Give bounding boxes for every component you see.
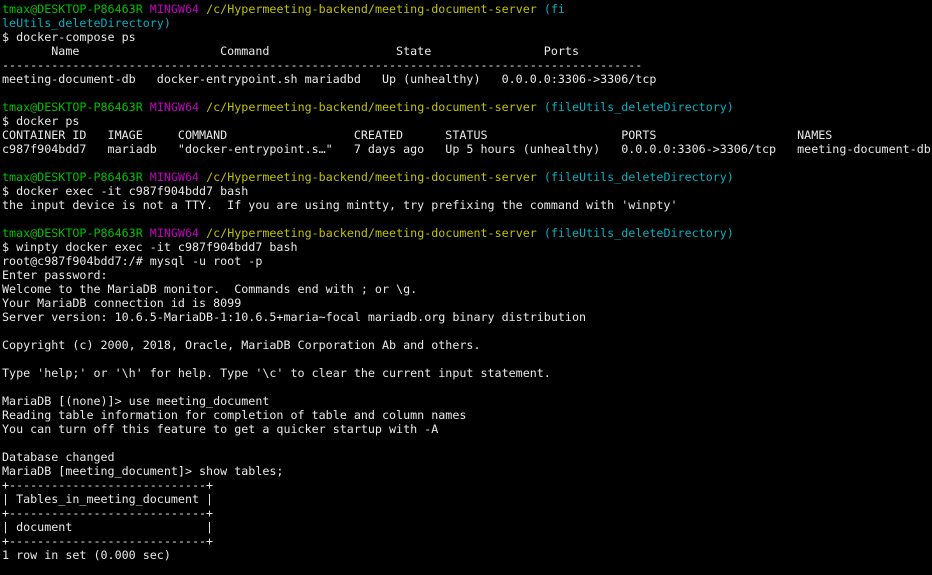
terminal-text-segment: Copyright (c) 2000, 2018, Oracle, MariaD… <box>2 338 481 352</box>
terminal-text-segment: /c/Hypermeeting-backend/meeting-document… <box>206 226 537 240</box>
terminal-text-segment: Type 'help;' or '\h' for help. Type '\c'… <box>2 366 551 380</box>
terminal-line: $ docker-compose ps <box>2 30 932 44</box>
terminal-text-segment: +----------------------------+ <box>2 506 214 520</box>
terminal-text-segment: 1 row in set (0.000 sec) <box>2 548 171 562</box>
terminal-text-segment: tmax@DESKTOP-P86463R <box>2 170 143 184</box>
terminal-text-segment: MINGW64 <box>149 2 200 16</box>
terminal-text-segment: MariaDB [meeting_document]> show tables; <box>2 464 284 478</box>
terminal-line: $ docker exec -it c987f904bdd7 bash <box>2 184 932 198</box>
terminal-line: tmax@DESKTOP-P86463R MINGW64 /c/Hypermee… <box>2 170 932 184</box>
terminal-line: root@c987f904bdd7:/# mysql -u root -p <box>2 254 932 268</box>
terminal-text-segment: +----------------------------+ <box>2 478 214 492</box>
terminal-text-segment: /c/Hypermeeting-backend/meeting-document… <box>206 170 537 184</box>
terminal-text-segment: the input device is not a TTY. If you ar… <box>2 198 678 212</box>
terminal-text-segment: /c/Hypermeeting-backend/meeting-document… <box>206 2 537 16</box>
terminal-line: Enter password: <box>2 268 932 282</box>
terminal-text-segment: MINGW64 <box>149 226 200 240</box>
terminal-line: tmax@DESKTOP-P86463R MINGW64 /c/Hypermee… <box>2 226 932 240</box>
terminal-line: | document | <box>2 520 932 534</box>
terminal-text-segment: Server version: 10.6.5-MariaDB-1:10.6.5+… <box>2 310 587 324</box>
terminal-line: tmax@DESKTOP-P86463R MINGW64 /c/Hypermee… <box>2 100 932 114</box>
terminal-text-segment: Your MariaDB connection id is 8099 <box>2 296 242 310</box>
terminal-text-segment: (fi <box>536 2 565 16</box>
terminal-line: | Tables_in_meeting_document | <box>2 492 932 506</box>
terminal-text-segment: Database changed <box>2 450 115 464</box>
terminal-line: MariaDB [meeting_document]> show tables; <box>2 464 932 478</box>
terminal-text-segment: MINGW64 <box>149 100 200 114</box>
terminal-text-segment: MariaDB [(none)]> use meeting_document <box>2 394 270 408</box>
terminal-text-segment: tmax@DESKTOP-P86463R <box>2 226 143 240</box>
terminal-text-segment: You can turn off this feature to get a q… <box>2 422 439 436</box>
terminal-line: CONTAINER ID IMAGE COMMAND CREATED STATU… <box>2 128 932 142</box>
terminal-text-segment: $ winpty docker exec -it c987f904bdd7 ba… <box>2 240 298 254</box>
terminal-line: meeting-document-db docker-entrypoint.sh… <box>2 72 932 86</box>
terminal-text-segment: CONTAINER ID IMAGE COMMAND CREATED STATU… <box>2 128 833 142</box>
terminal-line: $ winpty docker exec -it c987f904bdd7 ba… <box>2 240 932 254</box>
terminal-line: Welcome to the MariaDB monitor. Commands… <box>2 282 932 296</box>
terminal-text-segment: | document | <box>2 520 214 534</box>
terminal-line: $ docker ps <box>2 114 932 128</box>
terminal-line: Your MariaDB connection id is 8099 <box>2 296 932 310</box>
terminal-text-segment: +----------------------------+ <box>2 534 214 548</box>
terminal-text-segment: c987f904bdd7 mariadb "docker-entrypoint.… <box>2 142 931 156</box>
terminal-line: Reading table information for completion… <box>2 408 932 422</box>
terminal-line: +----------------------------+ <box>2 506 932 520</box>
terminal-text-segment: Reading table information for completion… <box>2 408 467 422</box>
terminal-text-segment: (fileUtils_deleteDirectory) <box>536 226 734 240</box>
terminal-line: +----------------------------+ <box>2 534 932 548</box>
terminal-line: Server version: 10.6.5-MariaDB-1:10.6.5+… <box>2 310 932 324</box>
terminal-text-segment: $ docker-compose ps <box>2 30 136 44</box>
terminal-line: +----------------------------+ <box>2 478 932 492</box>
terminal-text-segment: (fileUtils_deleteDirectory) <box>536 100 734 114</box>
terminal-line: ----------------------------------------… <box>2 58 932 72</box>
terminal-line: tmax@DESKTOP-P86463R MINGW64 /c/Hypermee… <box>2 2 932 16</box>
terminal-line: Database changed <box>2 450 932 464</box>
terminal-line: the input device is not a TTY. If you ar… <box>2 198 932 212</box>
terminal-text-segment: (fileUtils_deleteDirectory) <box>536 170 734 184</box>
terminal-text-segment: Welcome to the MariaDB monitor. Commands… <box>2 282 418 296</box>
terminal-line: c987f904bdd7 mariadb "docker-entrypoint.… <box>2 142 932 156</box>
terminal-text-segment: | Tables_in_meeting_document | <box>2 492 214 506</box>
terminal-line: Type 'help;' or '\h' for help. Type '\c'… <box>2 366 932 380</box>
terminal-text-segment: Name Command State Ports <box>2 44 579 58</box>
terminal-line: leUtils_deleteDirectory) <box>2 16 932 30</box>
terminal-text-segment: root@c987f904bdd7:/# mysql -u root -p <box>2 254 263 268</box>
terminal-window[interactable]: tmax@DESKTOP-P86463R MINGW64 /c/Hypermee… <box>0 0 932 575</box>
terminal-line: 1 row in set (0.000 sec) <box>2 548 932 562</box>
terminal-text-segment: MINGW64 <box>149 170 200 184</box>
terminal-text-segment: leUtils_deleteDirectory) <box>2 16 171 30</box>
terminal-text-segment: Enter password: <box>2 268 108 282</box>
terminal-text-segment: $ docker exec -it c987f904bdd7 bash <box>2 184 249 198</box>
terminal-text-segment: $ docker ps <box>2 114 80 128</box>
terminal-line: MariaDB [(none)]> use meeting_document <box>2 394 932 408</box>
terminal-text-segment: meeting-document-db docker-entrypoint.sh… <box>2 72 657 86</box>
terminal-text-segment: tmax@DESKTOP-P86463R <box>2 2 143 16</box>
terminal-line: You can turn off this feature to get a q… <box>2 422 932 436</box>
terminal-text-segment: tmax@DESKTOP-P86463R <box>2 100 143 114</box>
terminal-text-segment: /c/Hypermeeting-backend/meeting-document… <box>206 100 537 114</box>
terminal-line: Copyright (c) 2000, 2018, Oracle, MariaD… <box>2 338 932 352</box>
terminal-line: Name Command State Ports <box>2 44 932 58</box>
terminal-text-segment: ----------------------------------------… <box>2 58 643 72</box>
